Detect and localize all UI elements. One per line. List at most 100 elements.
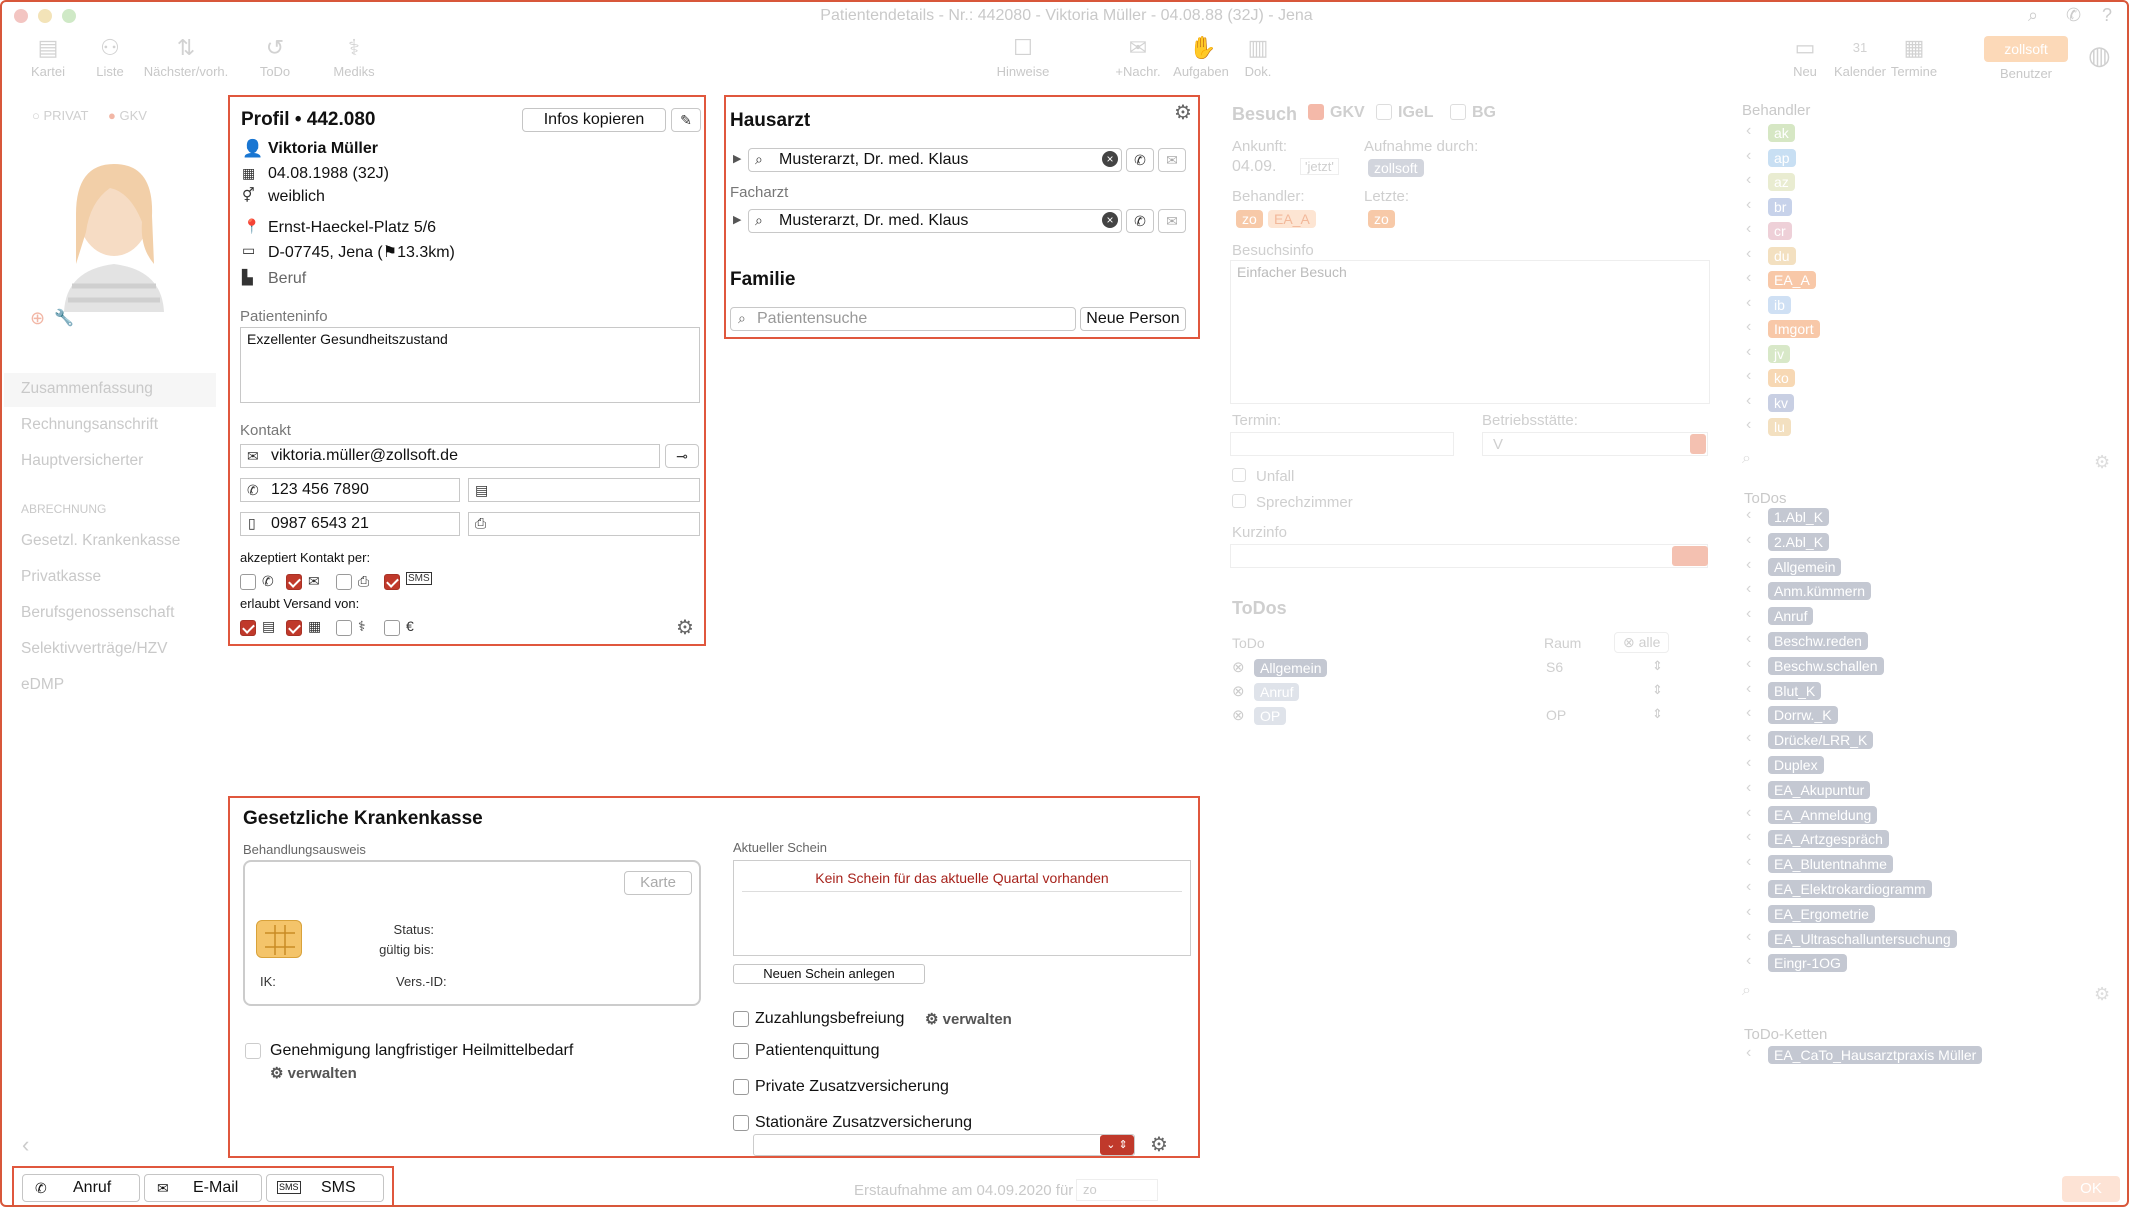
edit-button[interactable]: ✎ xyxy=(671,108,701,132)
zuzahlung-checkbox[interactable] xyxy=(733,1011,749,1027)
todo-item[interactable]: Allgemein xyxy=(1768,557,1842,576)
search-icon[interactable]: ⌕ xyxy=(1742,982,1751,1000)
privat-radio[interactable]: ○ PRIVAT xyxy=(32,108,89,123)
besuchsinfo-textarea[interactable]: Einfacher Besuch xyxy=(1230,260,1710,404)
todo-row-name[interactable]: Anruf xyxy=(1254,683,1300,701)
todo-item[interactable]: EA_Anmeldung xyxy=(1768,805,1878,824)
fax-field[interactable] xyxy=(468,478,700,502)
raum-stepper-icon[interactable]: ⇕ xyxy=(1652,706,1663,722)
aufgaben-button[interactable]: ✋ Aufgaben xyxy=(1170,36,1232,80)
behandler-item[interactable]: az xyxy=(1768,173,1795,191)
phone-icon[interactable]: ✆ xyxy=(2066,5,2081,26)
letzte-tag[interactable]: zo xyxy=(1368,210,1395,228)
remove-todo-icon[interactable]: ⊗ xyxy=(1232,682,1245,700)
todo-item[interactable]: EA_Elektrokardiogramm xyxy=(1768,880,1932,898)
todo-item[interactable]: Beschw.reden xyxy=(1768,632,1868,650)
neuen-schein-button[interactable]: Neuen Schein anlegen xyxy=(733,964,925,984)
hausarzt-mail-button[interactable]: ✉ xyxy=(1158,148,1186,172)
remove-todo-icon[interactable]: ⊗ xyxy=(1232,706,1245,724)
todo-settings-gear-icon[interactable]: ⚙ xyxy=(2094,984,2110,1005)
sms-button[interactable]: SMS SMS xyxy=(266,1174,384,1202)
help-icon[interactable]: ? xyxy=(2102,5,2112,26)
behandler-item[interactable]: ko xyxy=(1768,369,1795,387)
todo-item[interactable]: EA_Ergometrie xyxy=(1768,904,1875,923)
kurzinfo-dropdown-icon[interactable] xyxy=(1672,546,1708,566)
todo-row-name[interactable]: Allgemein xyxy=(1254,659,1328,677)
behandler-item[interactable]: EA_A xyxy=(1768,271,1816,289)
benutzer-button[interactable]: zollsoft Benutzer xyxy=(1984,36,2068,81)
raum-stepper-icon[interactable]: ⇕ xyxy=(1652,682,1663,698)
remove-todo-icon[interactable]: ⊗ xyxy=(1232,658,1245,676)
genehmigung-checkbox[interactable] xyxy=(245,1043,261,1059)
behandler-item[interactable]: ap xyxy=(1768,148,1796,167)
facharzt-field[interactable]: Musterarzt, Dr. med. Klaus xyxy=(748,209,1122,233)
termine-button[interactable]: ▦ Termine xyxy=(1882,36,1946,80)
ok-button[interactable]: OK xyxy=(2062,1176,2120,1202)
versand-invoice-checkbox[interactable] xyxy=(384,620,400,636)
raum-stepper-icon[interactable]: ⇕ xyxy=(1652,658,1663,674)
kontakt-letter-checkbox[interactable] xyxy=(336,574,352,590)
patientenquittung-checkbox[interactable] xyxy=(733,1043,749,1059)
liste-button[interactable]: ⚇ Liste xyxy=(90,36,130,80)
sidebar-item-berufsgenossenschaft[interactable]: Berufsgenossenschaft xyxy=(21,604,174,622)
sidebar-item-edmp[interactable]: eDMP xyxy=(21,676,64,694)
behandler-item[interactable]: ak xyxy=(1768,124,1795,142)
hinweise-button[interactable]: ☐ Hinweise xyxy=(992,36,1054,80)
behandler-item[interactable]: lu xyxy=(1768,418,1791,436)
search-icon[interactable]: ⌕ xyxy=(2028,5,2038,26)
expand-triangle-icon[interactable]: ▶ xyxy=(733,152,741,165)
email-field[interactable]: viktoria.müller@zollsoft.de xyxy=(240,444,660,468)
sidebar-item-rechnungsanschrift[interactable]: Rechnungsanschrift xyxy=(21,416,158,434)
kartei-button[interactable]: ▤ Kartei xyxy=(26,36,70,80)
behandler-item[interactable]: du xyxy=(1768,246,1796,265)
private-zusatz-checkbox[interactable] xyxy=(733,1079,749,1095)
hausarzt-settings-gear-icon[interactable]: ⚙ xyxy=(1174,100,1192,125)
profil-settings-gear-icon[interactable]: ⚙ xyxy=(676,615,694,640)
todo-item[interactable]: EA_Ultraschalluntersuchung xyxy=(1768,929,1957,948)
behandler-item[interactable]: kv xyxy=(1768,393,1794,412)
neue-person-button[interactable]: Neue Person xyxy=(1080,307,1186,331)
todo-item[interactable]: EA_Akupuntur xyxy=(1768,780,1871,799)
search-icon[interactable]: ⌕ xyxy=(1742,450,1751,468)
naechster-button[interactable]: ⇅ Nächster/vorh. xyxy=(138,36,234,80)
hausarzt-field[interactable]: Musterarzt, Dr. med. Klaus xyxy=(748,148,1122,172)
gkk-settings-gear-icon[interactable]: ⚙ xyxy=(1150,1132,1168,1157)
expand-triangle-icon[interactable]: ▶ xyxy=(733,213,741,226)
ketten-item[interactable]: EA_CaTo_Hausarztpraxis Müller xyxy=(1768,1046,1983,1064)
besuch-bg-checkbox[interactable] xyxy=(1450,104,1466,120)
aufnahme-tag[interactable]: zollsoft xyxy=(1368,159,1424,177)
termin-field[interactable] xyxy=(1230,432,1454,456)
betrieb-select[interactable]: V xyxy=(1482,432,1708,456)
todo-item[interactable]: 1.Abl_K xyxy=(1768,508,1830,526)
sidebar-item-hauptversicherter[interactable]: Hauptversicherter xyxy=(21,452,143,470)
kurzinfo-field[interactable] xyxy=(1230,544,1708,568)
verwalten-link[interactable]: ⚙ verwalten xyxy=(270,1064,357,1082)
patienteninfo-textarea[interactable]: Exzellenter Gesundheitszustand xyxy=(240,327,700,403)
mobile-field[interactable]: 0987 6543 21 xyxy=(240,512,460,536)
clear-icon[interactable]: × xyxy=(1102,151,1118,167)
versand-calendar-checkbox[interactable] xyxy=(286,620,302,636)
verwalten-zuzahlung-link[interactable]: ⚙ verwalten xyxy=(925,1010,1012,1028)
todo-item[interactable]: Dorrw._K xyxy=(1768,706,1838,725)
globe-icon[interactable]: ◍ xyxy=(2088,40,2111,71)
behandler-item[interactable]: ib xyxy=(1768,295,1791,314)
versand-doc-checkbox[interactable] xyxy=(240,620,256,636)
letter-field[interactable] xyxy=(468,512,700,536)
todo-item[interactable]: EA_Artzgespräch xyxy=(1768,830,1889,849)
sidebar-item-selektivvertraege[interactable]: Selektivverträge/HZV xyxy=(21,640,167,658)
select-stepper-icon[interactable]: ⌄ ⇕ xyxy=(1100,1135,1134,1155)
behandler-item[interactable]: br xyxy=(1768,197,1793,216)
patient-beruf[interactable]: Beruf xyxy=(268,270,306,288)
nachricht-button[interactable]: ✉ +Nachr. xyxy=(1112,36,1164,80)
zusatz-select[interactable] xyxy=(753,1134,1135,1156)
patientensuche-input[interactable]: Patientensuche xyxy=(730,307,1076,331)
todo-item[interactable]: Anruf xyxy=(1768,607,1814,626)
wrench-icon[interactable]: 🔧 xyxy=(54,308,74,328)
besuch-gkv-checkbox[interactable] xyxy=(1308,104,1324,120)
todo-item[interactable]: Drücke/LRR_K xyxy=(1768,731,1874,750)
collapse-sidebar-icon[interactable]: ‹ xyxy=(22,1132,29,1158)
hausarzt-call-button[interactable]: ✆ xyxy=(1126,148,1154,172)
gkv-radio[interactable]: ● GKV xyxy=(108,108,147,123)
todo-item[interactable]: Anm.kümmern xyxy=(1768,582,1872,601)
facharzt-call-button[interactable]: ✆ xyxy=(1126,209,1154,233)
